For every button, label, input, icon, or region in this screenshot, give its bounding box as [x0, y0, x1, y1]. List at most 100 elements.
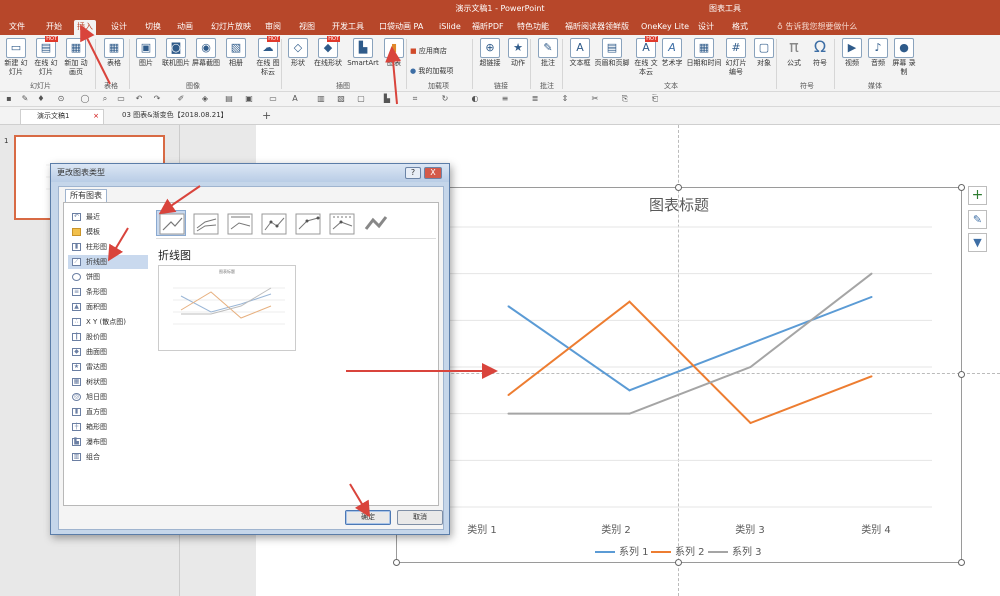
shape-icon[interactable]: ◯ [80, 94, 90, 104]
align-left-icon[interactable]: ≡ [500, 94, 510, 104]
lock-icon[interactable]: ▢ [356, 94, 366, 104]
find-icon[interactable]: ⌕ [100, 94, 110, 104]
tab-home[interactable]: 开始 [43, 20, 65, 35]
screenshot-button[interactable]: ◉ 屏幕截图 [192, 38, 220, 68]
copy-icon[interactable]: ⎘ [620, 94, 630, 104]
draw-icon[interactable]: ✎ [20, 94, 30, 104]
online-shapes-button[interactable]: HOT ◆ 在线形状 [314, 36, 342, 68]
category-sunburst[interactable]: ◎ 旭日图 [68, 390, 148, 404]
tab-islide[interactable]: iSlide [436, 20, 464, 35]
doc-tab-presentation1[interactable]: 演示文稿1 × [20, 109, 104, 124]
new-slide-button[interactable]: ▭ 新建 幻灯片 [2, 38, 30, 77]
category-scatter[interactable]: ∴ X Y (散点图) [68, 315, 148, 329]
date-time-button[interactable]: ▦ 日期和时间 [686, 38, 722, 68]
brush-icon[interactable]: ✂ [590, 94, 600, 104]
category-boxwhisker[interactable]: ┼ 箱形图 [68, 420, 148, 434]
video-button[interactable]: ▶ 视频 [838, 38, 866, 68]
category-templates[interactable]: 模板 [68, 225, 148, 239]
crop-icon[interactable]: ⌗ [410, 94, 420, 104]
help-button[interactable]: ? [405, 167, 421, 179]
tab-transitions[interactable]: 切换 [142, 20, 164, 35]
arrange-icon[interactable]: ▥ [316, 94, 326, 104]
tab-features[interactable]: 特色功能 [514, 20, 552, 35]
header-footer-button[interactable]: ▤ 页眉和页脚 [594, 38, 630, 68]
category-bar[interactable]: ≡ 条形图 [68, 285, 148, 299]
subtype-stacked-markers[interactable] [292, 210, 322, 236]
picture-button[interactable]: ▣ 图片 [132, 38, 160, 68]
subtype-3d-line[interactable] [360, 210, 390, 236]
tell-me-search[interactable]: ♁ 告诉我您想要做什么 [777, 21, 857, 32]
paste-icon[interactable]: ⎗ [650, 94, 660, 104]
cancel-button[interactable]: 取消 [397, 510, 443, 525]
align-icon[interactable]: ▤ [224, 94, 234, 104]
distribute-icon[interactable]: ▧ [336, 94, 346, 104]
save-icon[interactable]: ▪ [4, 94, 14, 104]
rotate-icon[interactable]: ↻ [440, 94, 450, 104]
category-stock[interactable]: ┃ 股价图 [68, 330, 148, 344]
tab-onekey[interactable]: OneKey Lite [638, 20, 692, 35]
audio-button[interactable]: ♪ 音频 [864, 38, 892, 68]
chart-preview[interactable]: 图表标题 [158, 265, 296, 351]
line-color-icon[interactable]: ▭ [268, 94, 278, 104]
tab-foxit-reader[interactable]: 福昕阅读器领鲜版 [562, 20, 632, 35]
undo-icon[interactable]: ↶ [134, 94, 144, 104]
tab-chart-design[interactable]: 设计 [695, 20, 717, 35]
subtype-line[interactable] [156, 210, 186, 236]
tab-review[interactable]: 审阅 [262, 20, 284, 35]
tab-file[interactable]: 文件 [6, 20, 28, 35]
category-line[interactable]: ⟋ 折线图 [68, 255, 148, 269]
album-button[interactable]: ▧ 相册 [222, 38, 250, 68]
my-addins-link[interactable]: ● 我的加载项 [410, 61, 470, 81]
category-pie[interactable]: 饼图 [68, 270, 148, 284]
object-button[interactable]: ▢ 对象 [750, 38, 778, 68]
group-icon[interactable]: ▣ [244, 94, 254, 104]
close-icon[interactable]: × [93, 110, 99, 123]
tab-foxit-pdf[interactable]: 福昕PDF [469, 20, 507, 35]
transparency-icon[interactable]: ◐ [470, 94, 480, 104]
equation-button[interactable]: π 公式 [780, 38, 808, 68]
smartart-button[interactable]: ▙ SmartArt [346, 38, 380, 68]
shapes-button[interactable]: ◇ 形状 [284, 38, 312, 68]
redo-icon[interactable]: ↷ [152, 94, 162, 104]
chart-styles-brush-icon[interactable]: ✎ [968, 210, 987, 229]
category-surface[interactable]: ◆ 曲面图 [68, 345, 148, 359]
category-recent[interactable]: ↶ 最近 [68, 210, 148, 224]
series-line-1[interactable] [507, 296, 872, 392]
animation-page-button[interactable]: ▦ 新加 动画页 [62, 38, 90, 77]
format-painter-icon[interactable]: ♦ [36, 94, 46, 104]
category-combo[interactable]: ▥ 组合 [68, 450, 148, 464]
category-waterfall[interactable]: ▙ 瀑布图 [68, 435, 148, 449]
hyperlink-button[interactable]: ⊕ 超链接 [476, 38, 504, 68]
category-column[interactable]: ▮ 柱形图 [68, 240, 148, 254]
wordart-button[interactable]: A 艺术字 [658, 38, 686, 68]
comment-button[interactable]: ✎ 批注 [534, 38, 562, 68]
close-button[interactable]: X [424, 167, 442, 179]
tab-slideshow[interactable]: 幻灯片放映 [208, 20, 254, 35]
text-cloud-button[interactable]: HOT A 在线 文本云 [632, 36, 660, 77]
tab-view[interactable]: 视图 [296, 20, 318, 35]
textbox-button[interactable]: A 文本框 [566, 38, 594, 68]
tab-chart-format[interactable]: 格式 [729, 20, 751, 35]
chart-elements-plus-icon[interactable]: + [968, 186, 987, 205]
presenter-icon[interactable]: ▭ [116, 94, 126, 104]
screen-record-button[interactable]: ● 屏幕 录制 [890, 38, 918, 77]
doc-tab-chart-gradient[interactable]: 03 图表&渐变色【2018.08.21】 [106, 109, 256, 124]
ok-button[interactable]: 确定 [345, 510, 391, 525]
tab-design[interactable]: 设计 [108, 20, 130, 35]
action-button[interactable]: ★ 动作 [504, 38, 532, 68]
tab-insert[interactable]: 插入 [74, 20, 96, 35]
online-picture-button[interactable]: ◙ 联机图片 [162, 38, 190, 68]
chart-button[interactable]: ▮ 图表 [380, 38, 408, 68]
symbol-button[interactable]: Ω 符号 [806, 38, 834, 68]
tab-pocket-animation[interactable]: 口袋动画 PA [376, 20, 426, 35]
subtype-stacked-line[interactable] [190, 210, 220, 236]
font-color-icon[interactable]: A [290, 94, 300, 104]
table-button[interactable]: ▦ 表格 [100, 38, 128, 68]
category-treemap[interactable]: ▦ 树状图 [68, 375, 148, 389]
category-area[interactable]: ▲ 面积图 [68, 300, 148, 314]
flag-icon[interactable]: ▙ [382, 94, 392, 104]
zoom-icon[interactable]: ⊙ [56, 94, 66, 104]
subtype-100-stacked-markers[interactable] [326, 210, 356, 236]
pen-icon[interactable]: ✐ [176, 94, 186, 104]
align-center-icon[interactable]: ≣ [530, 94, 540, 104]
